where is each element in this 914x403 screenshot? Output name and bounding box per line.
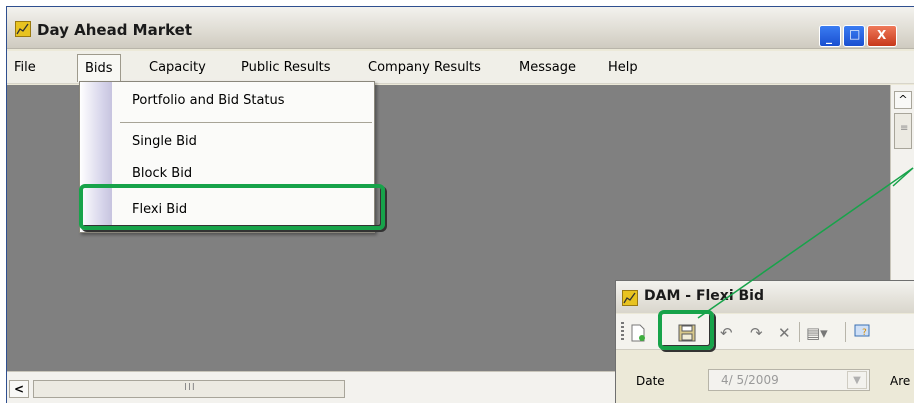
annotation-arrow xyxy=(697,167,914,319)
